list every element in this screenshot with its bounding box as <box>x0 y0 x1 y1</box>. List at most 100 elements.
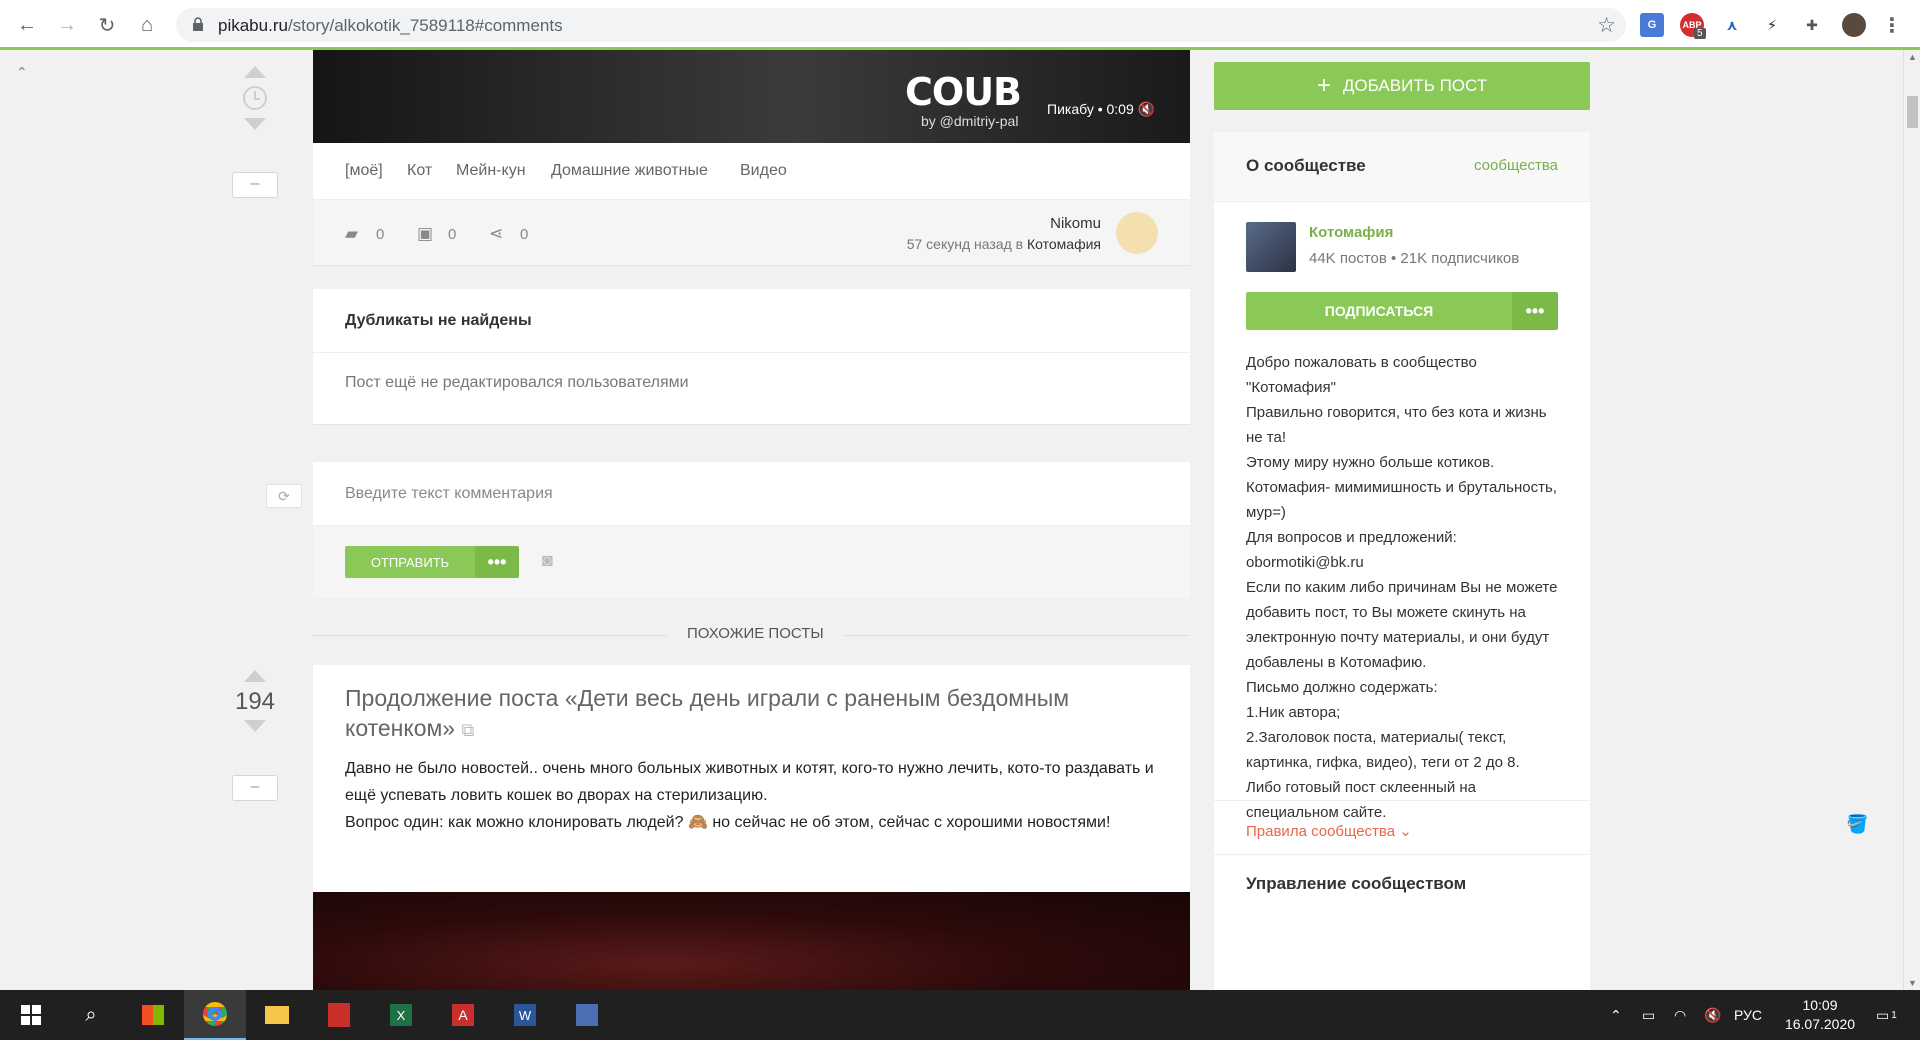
home-icon[interactable]: ⌂ <box>134 12 160 38</box>
tag-item[interactable]: Мейн-кун <box>456 162 526 180</box>
communities-link[interactable]: сообщества <box>1474 157 1558 174</box>
sidebar-header: О сообществе сообщества <box>1214 132 1590 202</box>
wifi-icon[interactable]: ◠ <box>1674 990 1686 1040</box>
scroll-thumb[interactable] <box>1907 96 1918 128</box>
duplicates-card: Дубликаты не найдены Пост ещё не редакти… <box>313 289 1190 425</box>
comments-count: 0 <box>376 226 385 243</box>
file-explorer-icon[interactable] <box>246 990 308 1040</box>
duplicates-title: Дубликаты не найдены <box>345 312 532 329</box>
subscribe-options-button[interactable]: ••• <box>1512 292 1558 330</box>
comment-icon[interactable]: ▰ <box>345 224 358 244</box>
chrome-taskbar-icon[interactable] <box>184 990 246 1040</box>
bookmark-star-icon[interactable]: ☆ <box>1597 13 1616 38</box>
snipping-tool-icon[interactable] <box>556 990 618 1040</box>
tag-item[interactable]: Домашние животные <box>551 162 708 180</box>
camera-icon[interactable]: ◙ <box>542 550 553 571</box>
adblock-badge: 5 <box>1694 28 1706 39</box>
extensions-icon[interactable]: ✚ <box>1800 13 1824 37</box>
community-link[interactable]: Котомафия <box>1027 236 1101 252</box>
volume-muted-icon[interactable]: 🔇 <box>1704 990 1721 1040</box>
address-bar[interactable]: pikabu.ru/story/alkokotik_7589118#commen… <box>176 8 1626 42</box>
excel-icon[interactable]: X <box>370 990 432 1040</box>
translate-icon[interactable]: G <box>1640 13 1664 37</box>
browser-toolbar: ← → ↻ ⌂ pikabu.ru/story/alkokotik_758911… <box>0 0 1920 50</box>
comment-form: ОТПРАВИТЬ ••• ◙ <box>313 462 1190 598</box>
plus-icon: + <box>1316 72 1331 99</box>
scroll-down-arrow-icon[interactable]: ▼ <box>1908 978 1917 988</box>
store-icon[interactable] <box>122 990 184 1040</box>
comment-form-footer: ОТПРАВИТЬ ••• ◙ <box>313 526 1190 598</box>
pdf-app-icon[interactable] <box>308 990 370 1040</box>
community-description: Добро пожаловать в сообщество "Котомафия… <box>1246 354 1558 821</box>
community-stats: 44K постов • 21K подписчиков <box>1309 250 1520 267</box>
similar-post-card: Продолжение поста «Дети весь день играли… <box>313 665 1190 990</box>
word-icon[interactable]: W <box>494 990 556 1040</box>
post-stats-bar: ▰ 0 ▣ 0 ⋖ 0 Nikomu 57 секунд назад в Кот… <box>313 200 1190 266</box>
profile-avatar[interactable] <box>1842 13 1866 37</box>
tag-item[interactable]: Видео <box>740 162 787 180</box>
post-meta: 57 секунд назад в Котомафия <box>906 236 1101 252</box>
divider <box>1214 800 1590 801</box>
author-name[interactable]: Nikomu <box>1050 215 1101 232</box>
post-title[interactable]: Продолжение поста «Дети весь день играли… <box>345 683 1165 745</box>
send-options-button[interactable]: ••• <box>475 546 519 578</box>
access-icon[interactable]: A <box>432 990 494 1040</box>
lock-icon <box>193 17 203 31</box>
video-meta: Пикабу • 0:09 🔇 <box>1047 101 1156 117</box>
tray-chevron-icon[interactable]: ⌃ <box>1610 990 1622 1040</box>
community-rules-link[interactable]: Правила сообщества ⌄ <box>1246 822 1412 840</box>
collapse-post-button[interactable]: – <box>232 172 278 198</box>
menu-kebab-icon[interactable]: ⋮ <box>1880 13 1904 37</box>
system-clock[interactable]: 10:09 16.07.2020 <box>1772 996 1868 1034</box>
downvote-icon[interactable] <box>244 720 266 732</box>
edit-history-text: Пост ещё не редактировался пользователям… <box>345 374 689 391</box>
community-name[interactable]: Котомафия <box>1309 224 1393 241</box>
shares-count: 0 <box>520 226 529 243</box>
comment-input[interactable] <box>313 462 1190 526</box>
url-text: pikabu.ru/story/alkokotik_7589118#commen… <box>218 16 563 35</box>
page-content: ⌃ – COUB by @dmitriy-pal Пикабу • 0:09 🔇… <box>0 50 1920 990</box>
clock-icon <box>243 86 267 110</box>
share-icon[interactable]: ⋖ <box>489 224 503 244</box>
page-scrollbar[interactable]: ▲ ▼ <box>1903 50 1920 990</box>
search-icon[interactable]: ⌕ <box>60 990 122 1040</box>
manage-community-title[interactable]: Управление сообществом <box>1246 874 1466 894</box>
scroll-up-arrow-icon[interactable]: ▲ <box>1908 52 1917 62</box>
tag-item[interactable]: Кот <box>407 162 432 180</box>
back-icon[interactable]: ← <box>14 12 40 38</box>
acrobat-icon[interactable]: ⋏ <box>1720 13 1744 37</box>
paint-bucket-icon[interactable]: 🪣 <box>1846 814 1868 835</box>
post-rating: 194 <box>234 688 276 715</box>
post2-vote-column: 194 <box>230 670 280 732</box>
upvote-icon[interactable] <box>244 66 266 78</box>
post-vote-column <box>230 66 280 130</box>
save-icon[interactable]: ▣ <box>417 224 433 244</box>
post-body: Давно не было новостей.. очень много бол… <box>345 760 1154 831</box>
mute-icon[interactable]: 🔇 <box>1138 101 1155 117</box>
saves-count: 0 <box>448 226 457 243</box>
lightning-icon[interactable]: ⚡ <box>1760 13 1784 37</box>
subscribe-button[interactable]: ПОДПИСАТЬСЯ <box>1246 292 1512 330</box>
forward-icon[interactable]: → <box>54 12 80 38</box>
community-avatar[interactable] <box>1246 222 1296 272</box>
tag-item[interactable]: [моё] <box>345 162 383 180</box>
windows-taskbar: ⌕ X A W ⌃ ▭ ◠ 🔇 РУС 10:09 16.07.2020 ▭ 1 <box>0 990 1920 1040</box>
send-comment-button[interactable]: ОТПРАВИТЬ <box>345 546 475 578</box>
upvote-icon[interactable] <box>244 670 266 682</box>
similar-posts-heading: ПОХОЖИЕ ПОСТЫ <box>667 625 844 642</box>
input-language[interactable]: РУС <box>1734 990 1762 1040</box>
collapse-post-button[interactable]: – <box>232 775 278 801</box>
battery-icon[interactable]: ▭ <box>1642 990 1655 1040</box>
notifications-icon[interactable]: ▭ 1 <box>1876 990 1897 1040</box>
refresh-comments-icon[interactable]: ⟳ <box>266 484 302 508</box>
scroll-up-icon[interactable]: ⌃ <box>16 64 28 81</box>
external-link-icon[interactable]: ⧉ <box>461 720 474 740</box>
add-post-button[interactable]: + ДОБАВИТЬ ПОСТ <box>1214 62 1590 110</box>
about-community-title: О сообществе <box>1246 156 1366 175</box>
windows-start-icon[interactable] <box>0 990 62 1040</box>
downvote-icon[interactable] <box>244 118 266 130</box>
post-image[interactable] <box>313 892 1190 990</box>
author-avatar[interactable] <box>1116 212 1158 254</box>
coub-video[interactable]: COUB by @dmitriy-pal Пикабу • 0:09 🔇 <box>313 50 1190 143</box>
reload-icon[interactable]: ↻ <box>94 12 120 38</box>
